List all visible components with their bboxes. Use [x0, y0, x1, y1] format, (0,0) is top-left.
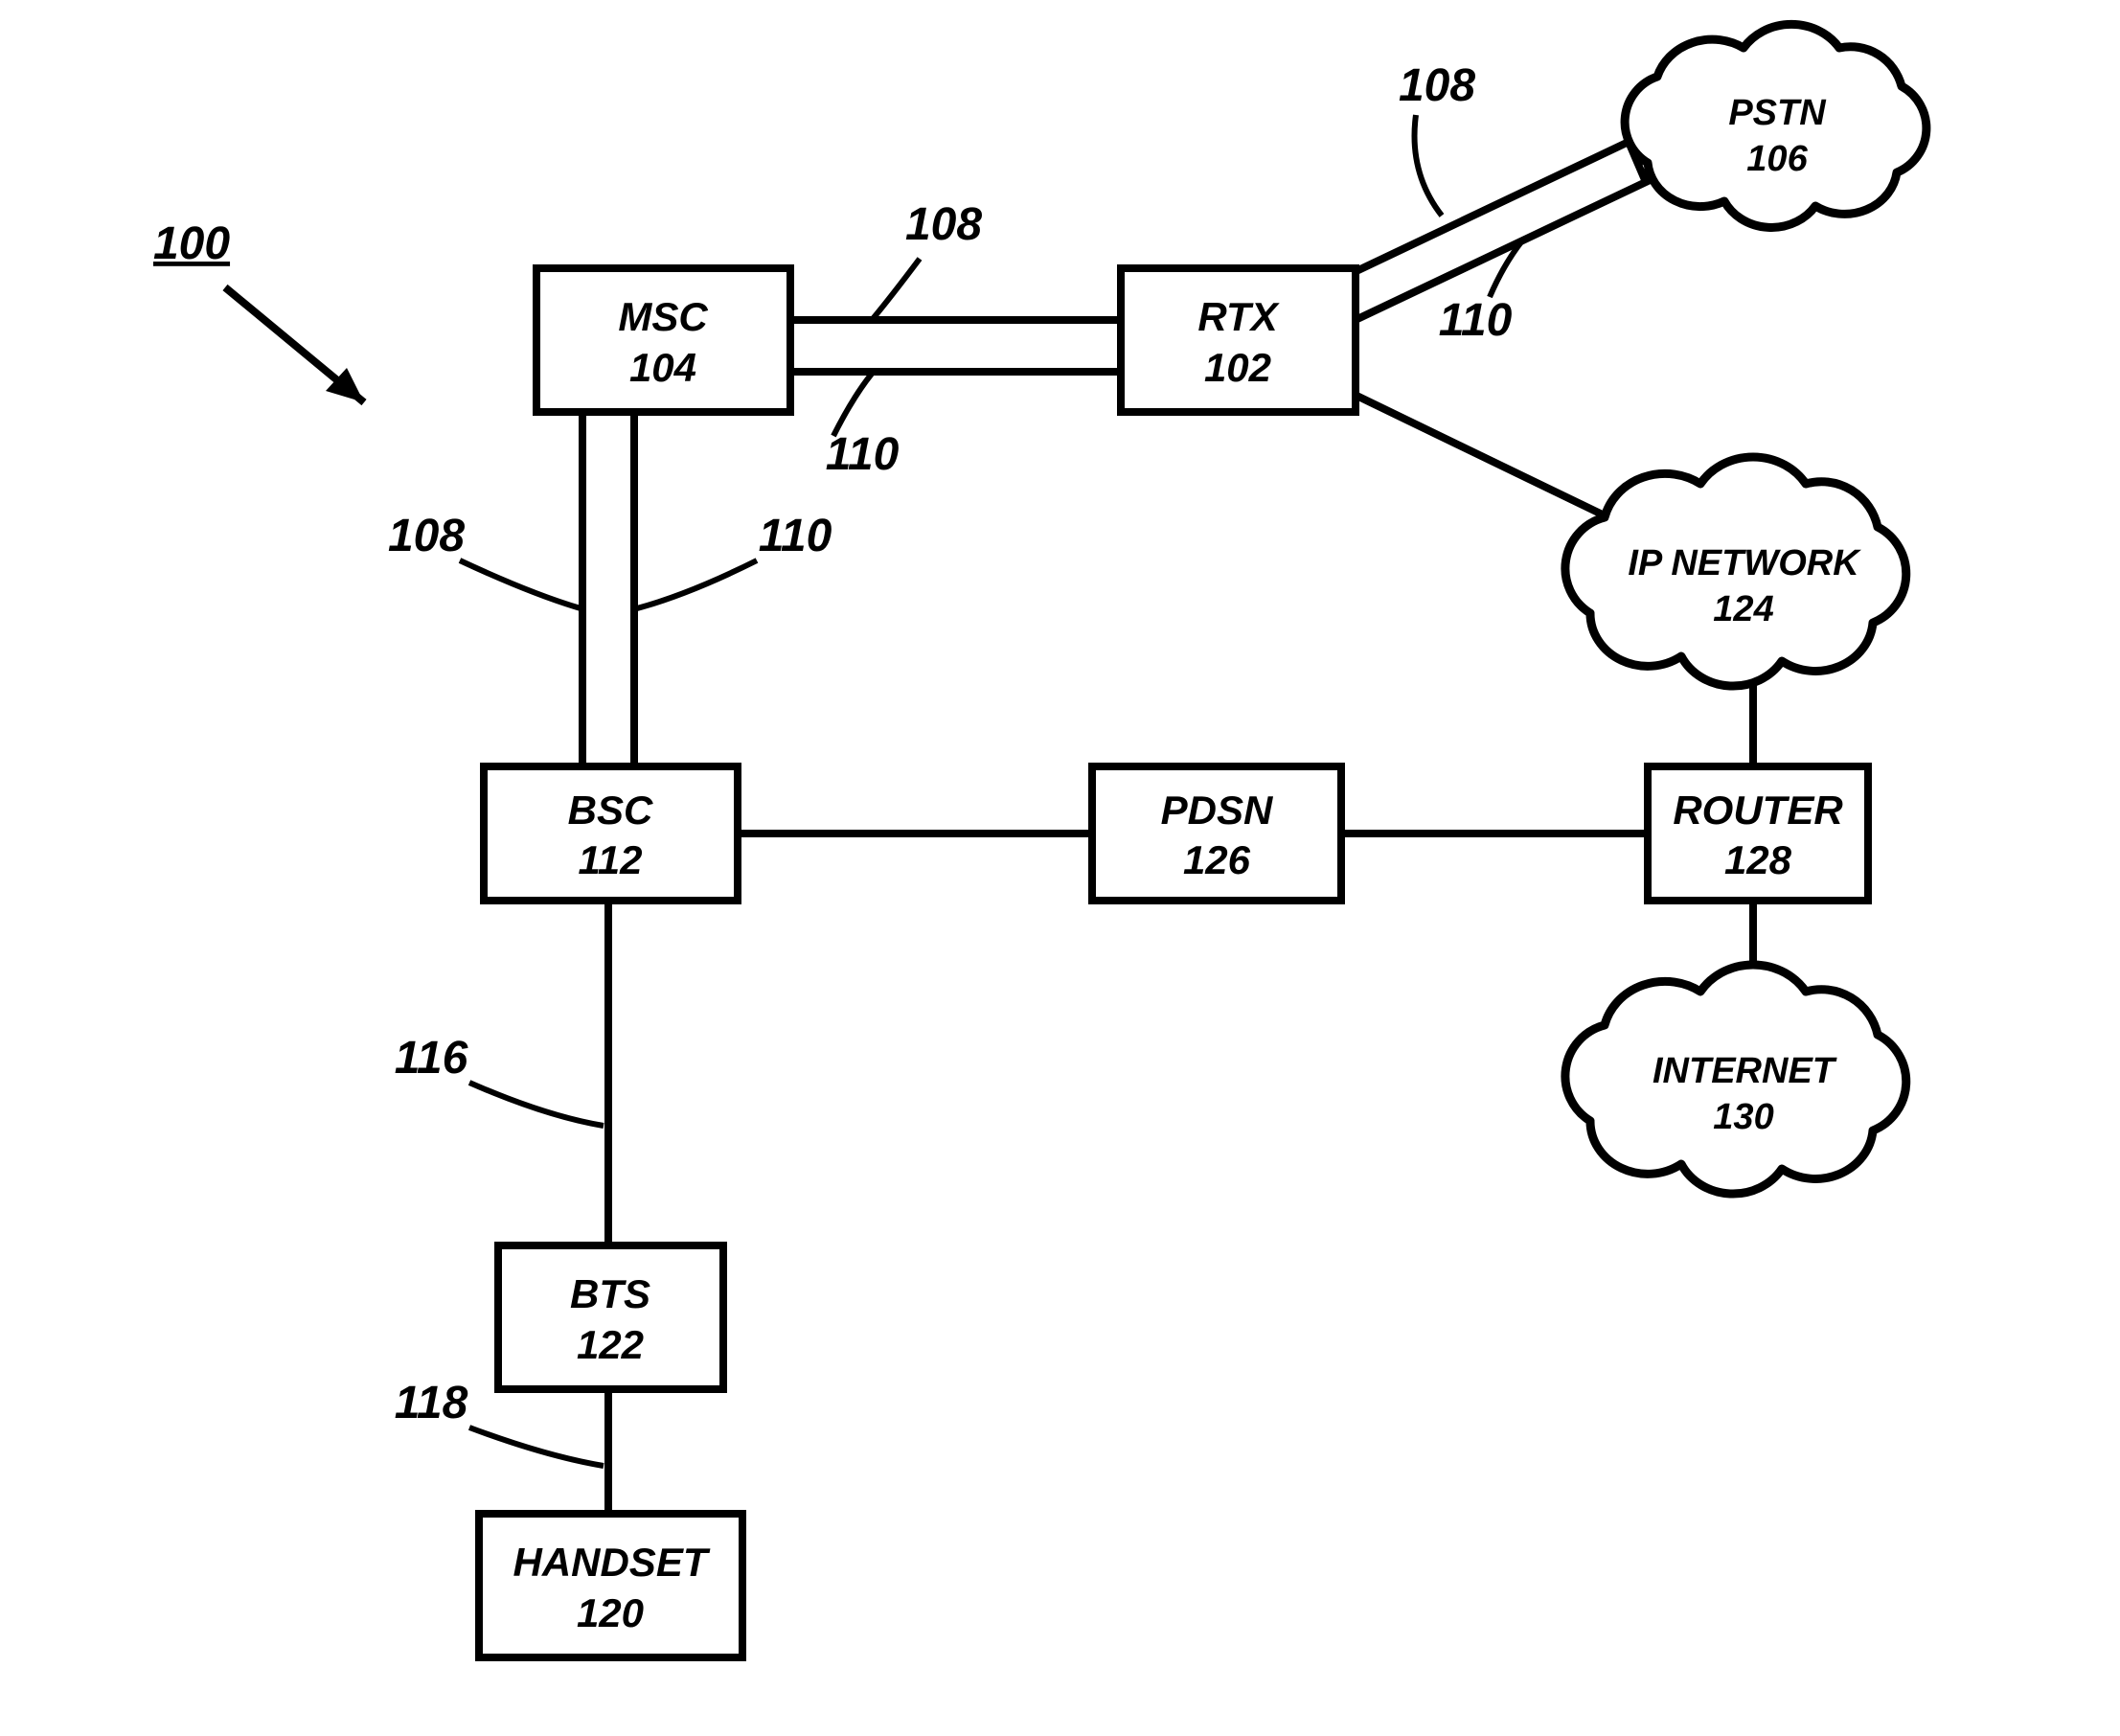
bts-name: BTS [570, 1271, 650, 1316]
ipnet-num: 124 [1713, 589, 1773, 629]
handset-name: HANDSET [513, 1540, 710, 1585]
svg-text:108: 108 [388, 511, 465, 561]
router-name: ROUTER [1673, 788, 1843, 833]
ref-108-top: 108 [872, 199, 982, 320]
ref-108-diag: 108 [1399, 60, 1475, 216]
handset-num: 120 [577, 1590, 644, 1635]
rtx-num: 102 [1204, 345, 1271, 390]
bsc-name: BSC [568, 788, 653, 833]
pdsn-num: 126 [1183, 837, 1251, 882]
msc-num: 104 [629, 345, 696, 390]
svg-text:108: 108 [905, 199, 982, 250]
rtx-name: RTX [1197, 294, 1280, 339]
pdsn-name: PDSN [1161, 788, 1274, 833]
bts-num: 122 [577, 1322, 644, 1367]
svg-text:110: 110 [826, 429, 900, 480]
node-router: ROUTER 128 [1648, 766, 1868, 901]
internet-name: INTERNET [1653, 1051, 1837, 1091]
ref-108-left: 108 [388, 511, 581, 608]
node-bts: BTS 122 [498, 1245, 723, 1389]
msc-name: MSC [618, 294, 708, 339]
node-internet-cloud: INTERNET 130 [1565, 965, 1906, 1194]
ipnet-name: IP NETWORK [1628, 543, 1861, 583]
node-pstn-cloud: PSTN 106 [1625, 24, 1926, 227]
pstn-num: 106 [1746, 139, 1808, 179]
svg-text:110: 110 [759, 511, 832, 561]
pstn-name: PSTN [1728, 93, 1827, 133]
bsc-num: 112 [579, 837, 643, 882]
node-pdsn: PDSN 126 [1092, 766, 1341, 901]
internet-num: 130 [1713, 1097, 1773, 1137]
svg-text:110: 110 [1439, 295, 1513, 346]
figure-ref-label: 100 [153, 218, 230, 269]
node-msc: MSC 104 [536, 268, 790, 412]
svg-text:108: 108 [1399, 60, 1475, 111]
figure-ref-arrow: 100 [153, 218, 364, 402]
svg-text:118: 118 [395, 1378, 468, 1428]
svg-text:116: 116 [395, 1033, 468, 1084]
node-bsc: BSC 112 [484, 766, 738, 901]
node-rtx: RTX 102 [1121, 268, 1356, 412]
ref-116: 116 [395, 1033, 604, 1126]
ref-110-right: 110 [637, 511, 832, 608]
link-msc-rtx [788, 320, 1124, 372]
link-msc-bsc [582, 412, 634, 766]
node-handset: HANDSET 120 [479, 1514, 742, 1657]
ref-110-below-msc-rtx: 110 [826, 374, 900, 480]
node-ipnet-cloud: IP NETWORK 124 [1565, 457, 1906, 686]
router-num: 128 [1724, 837, 1792, 882]
